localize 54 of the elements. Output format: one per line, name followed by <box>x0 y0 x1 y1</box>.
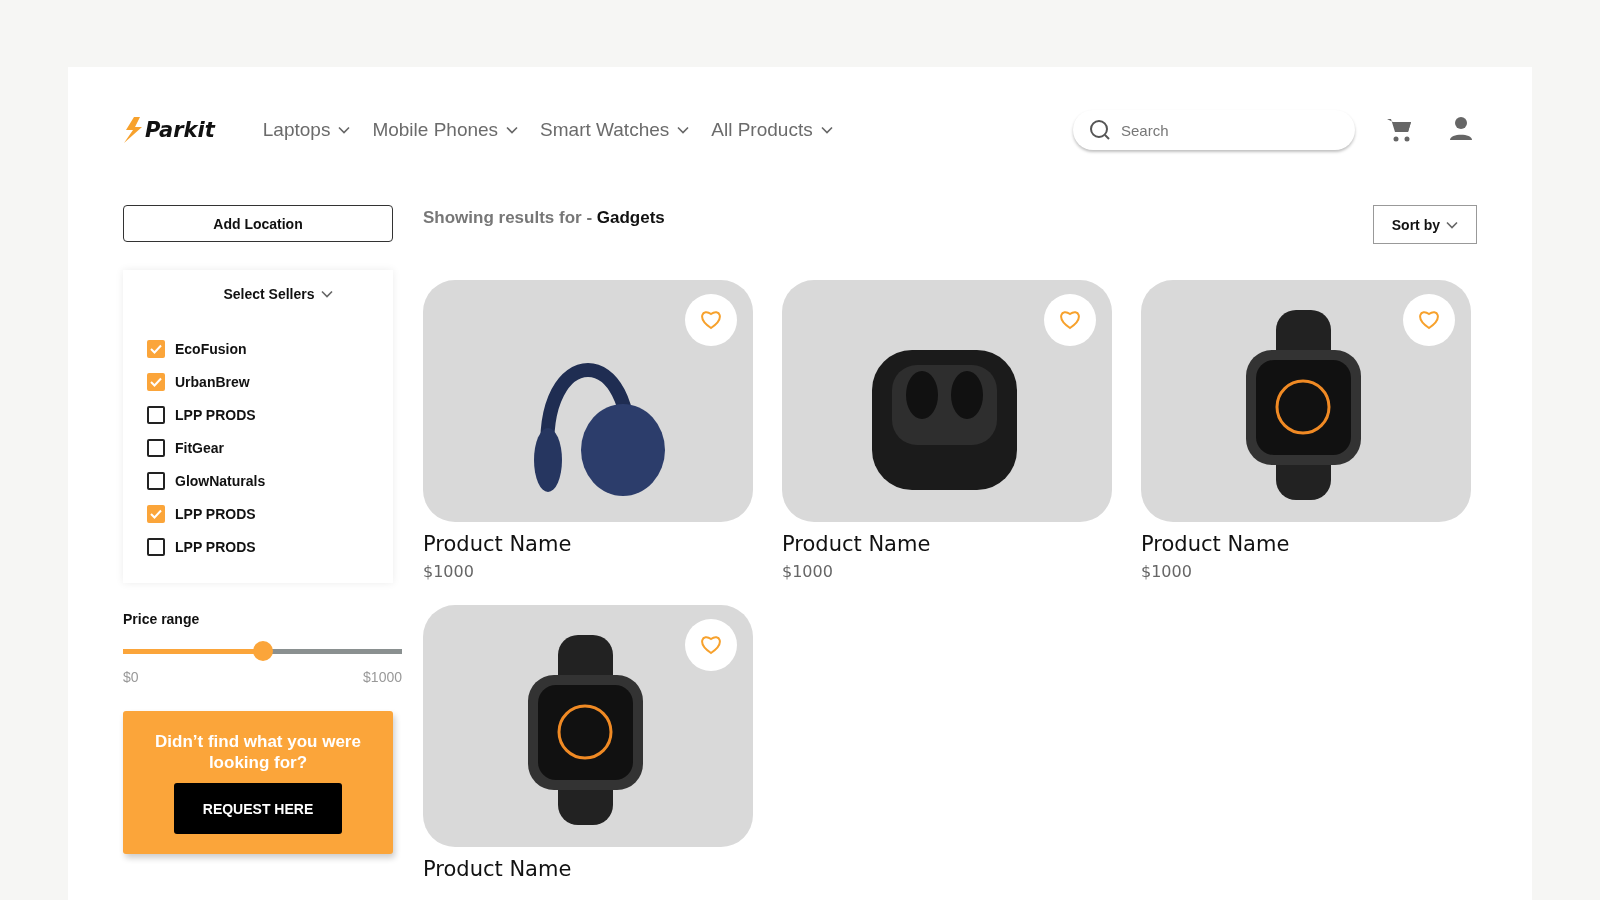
slider-thumb[interactable] <box>252 641 273 661</box>
heart-icon <box>1418 310 1440 330</box>
chevron-down-icon <box>506 126 519 134</box>
nav-menu[interactable]: Smart Watches <box>540 119 690 141</box>
product-name[interactable]: Product Name <box>782 532 1112 556</box>
checkbox[interactable] <box>147 372 165 391</box>
checkbox[interactable] <box>147 438 165 457</box>
seller-label: LPP PRODS <box>175 538 256 555</box>
cart-icon[interactable] <box>1385 116 1413 144</box>
chevron-down-icon <box>320 290 333 298</box>
seller-label: LPP PRODS <box>175 406 256 423</box>
price-range-label: Price range <box>123 611 201 627</box>
product-price: $1000 <box>423 562 475 581</box>
seller-label: LPP PRODS <box>175 505 256 522</box>
product-image[interactable] <box>423 280 753 522</box>
chevron-down-icon <box>677 126 690 134</box>
seller-label: GlowNaturals <box>175 472 266 489</box>
checkbox[interactable] <box>147 405 165 424</box>
seller-label: UrbanBrew <box>175 373 250 390</box>
lightning-bolt-icon <box>123 117 143 143</box>
product-name[interactable]: Product Name <box>1141 532 1471 556</box>
product-name[interactable]: Product Name <box>423 532 753 556</box>
request-prompt: Didn’t find what you were looking for? <box>154 731 362 773</box>
results-heading: Showing results for - Gadgets <box>423 208 665 228</box>
request-button[interactable]: REQUEST HERE <box>174 783 342 834</box>
max-price: $1000 <box>363 669 402 685</box>
heart-icon <box>700 310 722 330</box>
chevron-down-icon <box>820 126 833 134</box>
seller-label: FitGear <box>175 439 224 456</box>
heart-icon <box>700 635 722 655</box>
product-image[interactable] <box>1141 280 1471 522</box>
nav-menu[interactable]: All Products <box>711 119 833 141</box>
logo-text: Parkit <box>145 118 215 142</box>
seller-label: EcoFusion <box>175 340 247 357</box>
checkbox[interactable] <box>147 471 165 490</box>
nav-menu[interactable]: Laptops <box>262 119 351 141</box>
checkbox[interactable] <box>147 339 165 358</box>
product-image[interactable] <box>423 605 753 847</box>
sort-by-button[interactable]: Sort by <box>1372 205 1477 244</box>
user-icon[interactable] <box>1449 116 1473 142</box>
add-location-button[interactable]: Add Location <box>123 205 393 242</box>
search-field[interactable]: Search <box>1073 110 1355 150</box>
select-sellers-dropdown[interactable]: Select Sellers <box>147 286 369 302</box>
checkbox[interactable] <box>147 504 165 523</box>
min-price: $0 <box>123 669 139 685</box>
chevron-down-icon <box>1446 220 1458 229</box>
product-price: $1000 <box>782 562 834 581</box>
chevron-down-icon <box>338 126 351 134</box>
nav-menu[interactable]: Mobile Phones <box>372 119 519 141</box>
product-name[interactable]: Product Name <box>423 857 753 881</box>
heart-icon <box>1059 310 1081 330</box>
product-image[interactable] <box>782 280 1112 522</box>
checkbox[interactable] <box>147 537 165 556</box>
product-price: $1000 <box>1141 562 1193 581</box>
